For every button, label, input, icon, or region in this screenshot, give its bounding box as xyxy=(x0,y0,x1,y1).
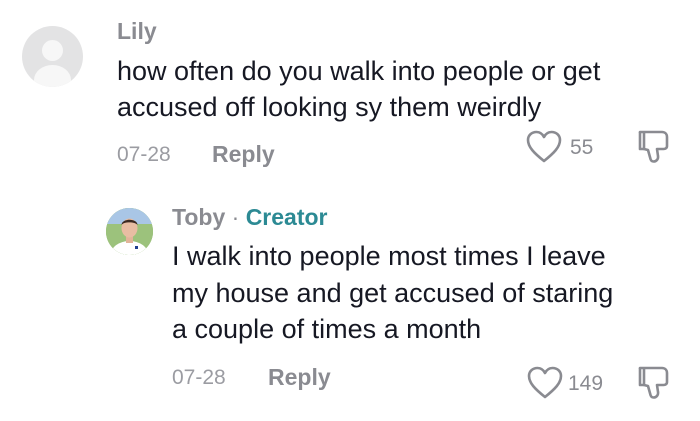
comment-text-line-1: how often do you walk into people or get xyxy=(117,56,601,86)
reply-text-line-1: I walk into people most times I leave xyxy=(172,241,606,271)
user-photo-avatar[interactable] xyxy=(106,208,153,255)
heart-outline-icon[interactable] xyxy=(526,130,562,164)
comment-username[interactable]: Lily xyxy=(117,18,157,45)
reply-date: 07-28 xyxy=(172,366,226,389)
avatar-head-shape xyxy=(42,40,63,61)
thumbs-down-icon[interactable] xyxy=(636,364,670,400)
username-separator: · xyxy=(231,204,240,230)
reply-text-line-3: a couple of times a month xyxy=(172,314,482,344)
reply-username-row: Toby · Creator xyxy=(172,204,328,231)
thumbs-down-icon[interactable] xyxy=(636,128,670,164)
heart-outline-icon[interactable] xyxy=(527,366,563,400)
reply-text-line-2: my house and get accused of staring xyxy=(172,278,614,308)
comment-date: 07-28 xyxy=(117,143,171,166)
reply-reply-button[interactable]: Reply xyxy=(268,364,331,391)
reply-username[interactable]: Toby xyxy=(172,204,225,230)
default-user-avatar-icon[interactable] xyxy=(22,26,83,87)
comment-reply-button[interactable]: Reply xyxy=(212,141,275,168)
reply-like-count: 149 xyxy=(568,372,604,395)
comment-text-line-2: accused off looking sy them weirdly xyxy=(117,92,542,122)
avatar-photo-illustration xyxy=(106,208,153,255)
comment-like-count: 55 xyxy=(570,136,594,159)
avatar-body-shape xyxy=(34,65,71,87)
creator-badge: Creator xyxy=(245,204,328,230)
